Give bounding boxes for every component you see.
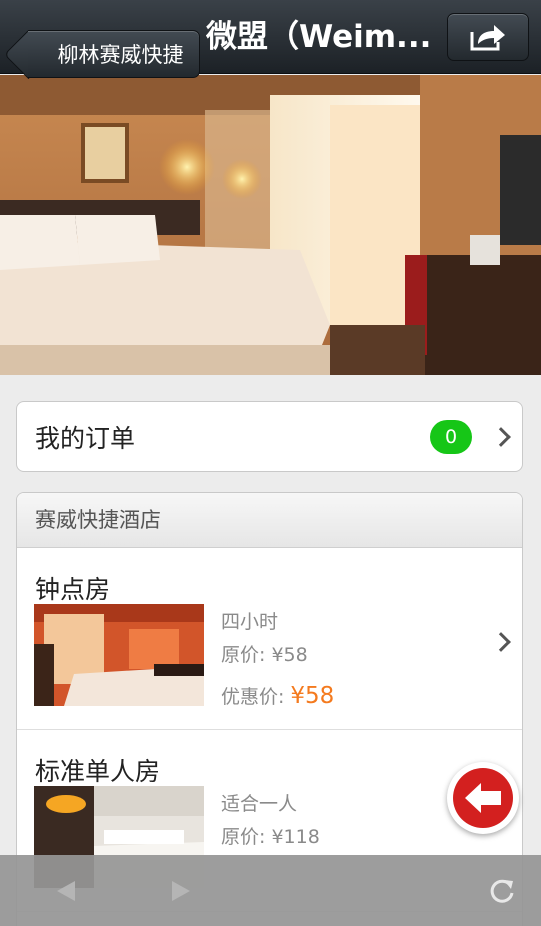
orders-count-badge: 0 (430, 420, 472, 454)
next-button[interactable] (161, 873, 201, 909)
room-description: 四小时 (221, 611, 279, 633)
page-title: 微盟（Weim... (206, 19, 432, 55)
hotel-room-photo (0, 75, 541, 375)
hero-image (0, 75, 541, 375)
share-button[interactable] (447, 13, 529, 61)
navbar: 柳林赛威快捷 微盟（Weim... (0, 0, 541, 78)
floating-back-circle (453, 768, 513, 828)
floating-back-button[interactable] (447, 762, 519, 834)
chevron-right-icon (491, 632, 511, 652)
room-name: 钟点房 (35, 575, 111, 604)
room-discount: 优惠价: ¥58 (221, 682, 334, 709)
room-original-price: 原价: ¥118 (221, 826, 320, 848)
chevron-right-icon (491, 426, 511, 447)
back-button[interactable]: 柳林赛威快捷 (28, 30, 200, 78)
prev-icon (57, 881, 75, 901)
room-original-price: 原价: ¥58 (221, 644, 308, 666)
room-item[interactable]: 钟点房 四小时 原价: ¥58 优惠价: ¥58 (17, 548, 522, 730)
refresh-icon (490, 879, 514, 903)
discount-price: ¥58 (290, 683, 335, 709)
prev-button[interactable] (46, 873, 86, 909)
discount-label: 优惠价: (221, 686, 285, 708)
my-orders-label: 我的订单 (35, 423, 136, 453)
back-arrow-icon (465, 783, 501, 813)
refresh-button[interactable] (482, 873, 522, 909)
share-icon (470, 25, 505, 51)
back-button-wrap[interactable]: 柳林赛威快捷 (14, 15, 200, 78)
my-orders-row[interactable]: 我的订单 0 (16, 401, 523, 472)
next-icon (172, 881, 190, 901)
back-button-label: 柳林赛威快捷 (57, 43, 184, 67)
hotel-section-title: 赛威快捷酒店 (17, 493, 522, 548)
room-name: 标准单人房 (35, 757, 161, 786)
room-description: 适合一人 (221, 793, 298, 815)
room-thumbnail (34, 604, 204, 706)
bottom-toolbar (0, 855, 541, 926)
